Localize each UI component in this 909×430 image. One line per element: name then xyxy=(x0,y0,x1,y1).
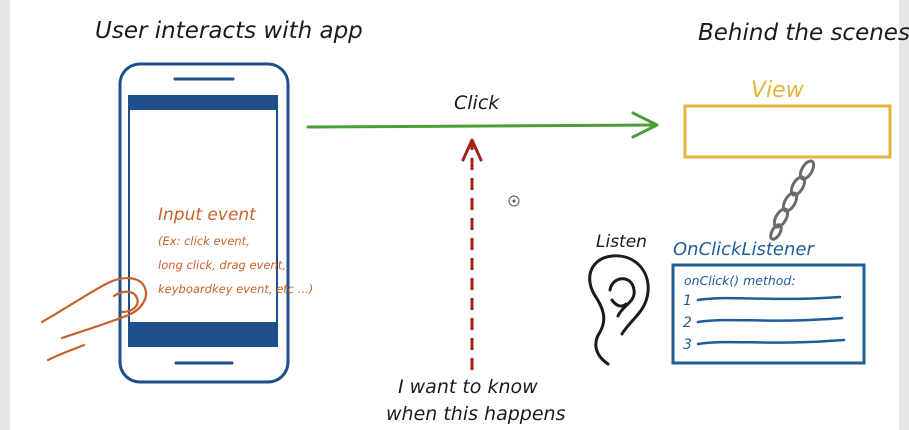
click-arrow xyxy=(306,111,659,139)
phone-status-bar xyxy=(129,96,277,110)
left-heading: User interacts with app xyxy=(95,18,363,44)
cursor-icon xyxy=(508,195,520,207)
input-event-title: Input event xyxy=(158,205,257,225)
listener-step-3: 3 xyxy=(683,337,692,353)
diagram-canvas: User interacts with app Behind the scene… xyxy=(0,0,909,430)
view-box xyxy=(683,104,892,159)
listener-step-2: 2 xyxy=(683,315,692,331)
diagram: User interacts with app Behind the scene… xyxy=(40,18,909,425)
listener-step-1: 1 xyxy=(683,293,692,309)
input-event-line-1: (Ex: click event, xyxy=(158,234,250,248)
listen-label: Listen xyxy=(596,232,647,252)
phone-nav-bar xyxy=(129,322,277,346)
input-event-line-2: long click, drag event, xyxy=(158,258,286,272)
phone-illustration: Input event (Ex: click event, long click… xyxy=(118,62,313,384)
chain-icon xyxy=(769,159,816,241)
question-line-1: I want to know xyxy=(398,376,538,398)
input-event-line-3: keyboardkey event, etc ...) xyxy=(158,282,313,296)
click-label: Click xyxy=(454,92,500,114)
ear-icon xyxy=(588,254,650,366)
question-arrow xyxy=(461,138,483,370)
right-heading: Behind the scenes xyxy=(698,20,909,46)
view-label: View xyxy=(751,78,805,103)
question-line-2: when this happens xyxy=(386,403,566,425)
listener-method-label: onClick() method: xyxy=(684,273,796,288)
listener-title: OnClickListener xyxy=(673,239,815,260)
